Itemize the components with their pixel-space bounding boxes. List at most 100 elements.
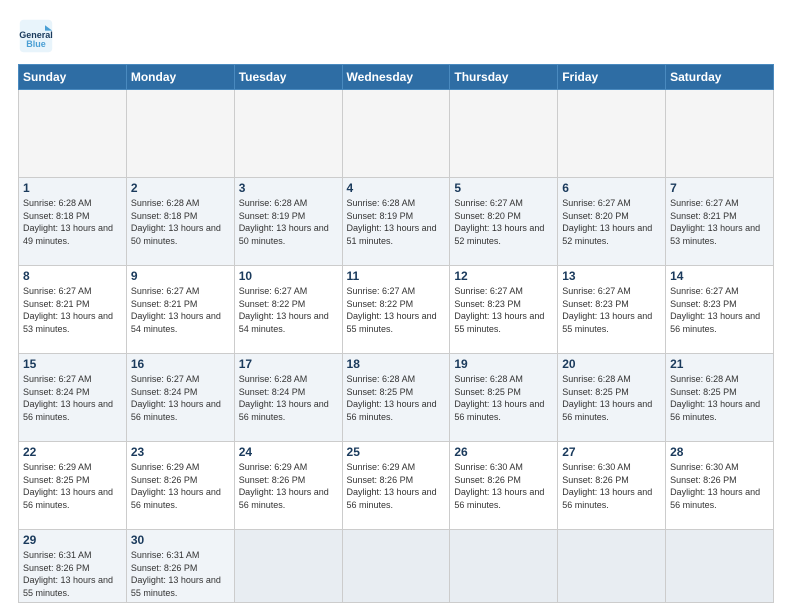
table-row: 22 Sunrise: 6:29 AM Sunset: 8:25 PM Dayl… [19,442,127,530]
day-info: Sunrise: 6:28 AM Sunset: 8:24 PM Dayligh… [239,373,338,423]
day-number: 21 [670,357,769,371]
day-number: 23 [131,445,230,459]
table-row: 3 Sunrise: 6:28 AM Sunset: 8:19 PM Dayli… [234,178,342,266]
svg-text:Blue: Blue [26,39,46,49]
table-row [450,90,558,178]
day-number: 7 [670,181,769,195]
table-row: 25 Sunrise: 6:29 AM Sunset: 8:26 PM Dayl… [342,442,450,530]
table-row [666,530,774,603]
col-friday: Friday [558,65,666,90]
calendar-header-row: Sunday Monday Tuesday Wednesday Thursday… [19,65,774,90]
logo: General Blue [18,18,60,54]
table-row: 18 Sunrise: 6:28 AM Sunset: 8:25 PM Dayl… [342,354,450,442]
day-info: Sunrise: 6:27 AM Sunset: 8:21 PM Dayligh… [131,285,230,335]
table-row [234,530,342,603]
day-number: 9 [131,269,230,283]
table-row: 28 Sunrise: 6:30 AM Sunset: 8:26 PM Dayl… [666,442,774,530]
day-info: Sunrise: 6:30 AM Sunset: 8:26 PM Dayligh… [670,461,769,511]
col-wednesday: Wednesday [342,65,450,90]
table-row: 5 Sunrise: 6:27 AM Sunset: 8:20 PM Dayli… [450,178,558,266]
day-number: 27 [562,445,661,459]
table-row: 20 Sunrise: 6:28 AM Sunset: 8:25 PM Dayl… [558,354,666,442]
day-number: 26 [454,445,553,459]
table-row: 27 Sunrise: 6:30 AM Sunset: 8:26 PM Dayl… [558,442,666,530]
day-number: 28 [670,445,769,459]
table-row: 23 Sunrise: 6:29 AM Sunset: 8:26 PM Dayl… [126,442,234,530]
table-row: 19 Sunrise: 6:28 AM Sunset: 8:25 PM Dayl… [450,354,558,442]
logo-icon: General Blue [18,18,54,54]
day-info: Sunrise: 6:27 AM Sunset: 8:22 PM Dayligh… [347,285,446,335]
table-row: 14 Sunrise: 6:27 AM Sunset: 8:23 PM Dayl… [666,266,774,354]
day-number: 29 [23,533,122,547]
day-number: 25 [347,445,446,459]
table-row: 8 Sunrise: 6:27 AM Sunset: 8:21 PM Dayli… [19,266,127,354]
table-row: 26 Sunrise: 6:30 AM Sunset: 8:26 PM Dayl… [450,442,558,530]
table-row: 7 Sunrise: 6:27 AM Sunset: 8:21 PM Dayli… [666,178,774,266]
table-row: 29 Sunrise: 6:31 AM Sunset: 8:26 PM Dayl… [19,530,127,603]
day-info: Sunrise: 6:28 AM Sunset: 8:18 PM Dayligh… [131,197,230,247]
day-number: 15 [23,357,122,371]
day-number: 20 [562,357,661,371]
table-row [19,90,127,178]
day-number: 11 [347,269,446,283]
table-row: 10 Sunrise: 6:27 AM Sunset: 8:22 PM Dayl… [234,266,342,354]
day-info: Sunrise: 6:29 AM Sunset: 8:25 PM Dayligh… [23,461,122,511]
table-row: 16 Sunrise: 6:27 AM Sunset: 8:24 PM Dayl… [126,354,234,442]
table-row [450,530,558,603]
page: General Blue Sunday Monday Tuesday Wedne… [0,0,792,612]
day-number: 6 [562,181,661,195]
day-number: 2 [131,181,230,195]
table-row: 21 Sunrise: 6:28 AM Sunset: 8:25 PM Dayl… [666,354,774,442]
day-info: Sunrise: 6:28 AM Sunset: 8:25 PM Dayligh… [454,373,553,423]
table-row: 24 Sunrise: 6:29 AM Sunset: 8:26 PM Dayl… [234,442,342,530]
day-number: 24 [239,445,338,459]
day-number: 1 [23,181,122,195]
day-info: Sunrise: 6:30 AM Sunset: 8:26 PM Dayligh… [454,461,553,511]
day-info: Sunrise: 6:28 AM Sunset: 8:25 PM Dayligh… [347,373,446,423]
table-row [558,90,666,178]
day-info: Sunrise: 6:29 AM Sunset: 8:26 PM Dayligh… [239,461,338,511]
table-row [666,90,774,178]
day-info: Sunrise: 6:27 AM Sunset: 8:22 PM Dayligh… [239,285,338,335]
day-info: Sunrise: 6:28 AM Sunset: 8:25 PM Dayligh… [562,373,661,423]
table-row: 2 Sunrise: 6:28 AM Sunset: 8:18 PM Dayli… [126,178,234,266]
day-info: Sunrise: 6:31 AM Sunset: 8:26 PM Dayligh… [23,549,122,599]
table-row: 30 Sunrise: 6:31 AM Sunset: 8:26 PM Dayl… [126,530,234,603]
day-number: 12 [454,269,553,283]
table-row: 4 Sunrise: 6:28 AM Sunset: 8:19 PM Dayli… [342,178,450,266]
day-info: Sunrise: 6:27 AM Sunset: 8:23 PM Dayligh… [454,285,553,335]
table-row: 1 Sunrise: 6:28 AM Sunset: 8:18 PM Dayli… [19,178,127,266]
table-row: 11 Sunrise: 6:27 AM Sunset: 8:22 PM Dayl… [342,266,450,354]
day-number: 22 [23,445,122,459]
day-info: Sunrise: 6:28 AM Sunset: 8:18 PM Dayligh… [23,197,122,247]
day-info: Sunrise: 6:27 AM Sunset: 8:21 PM Dayligh… [670,197,769,247]
table-row [234,90,342,178]
day-number: 16 [131,357,230,371]
table-row: 15 Sunrise: 6:27 AM Sunset: 8:24 PM Dayl… [19,354,127,442]
day-info: Sunrise: 6:27 AM Sunset: 8:20 PM Dayligh… [454,197,553,247]
col-thursday: Thursday [450,65,558,90]
table-row [126,90,234,178]
header: General Blue [18,18,774,54]
col-saturday: Saturday [666,65,774,90]
day-number: 19 [454,357,553,371]
table-row [342,90,450,178]
day-info: Sunrise: 6:29 AM Sunset: 8:26 PM Dayligh… [347,461,446,511]
day-number: 8 [23,269,122,283]
table-row [342,530,450,603]
day-number: 30 [131,533,230,547]
day-info: Sunrise: 6:27 AM Sunset: 8:23 PM Dayligh… [670,285,769,335]
day-info: Sunrise: 6:27 AM Sunset: 8:20 PM Dayligh… [562,197,661,247]
day-number: 4 [347,181,446,195]
day-info: Sunrise: 6:27 AM Sunset: 8:23 PM Dayligh… [562,285,661,335]
day-number: 17 [239,357,338,371]
col-monday: Monday [126,65,234,90]
day-info: Sunrise: 6:28 AM Sunset: 8:25 PM Dayligh… [670,373,769,423]
table-row [558,530,666,603]
day-info: Sunrise: 6:28 AM Sunset: 8:19 PM Dayligh… [239,197,338,247]
col-sunday: Sunday [19,65,127,90]
calendar-table: Sunday Monday Tuesday Wednesday Thursday… [18,64,774,603]
day-info: Sunrise: 6:27 AM Sunset: 8:24 PM Dayligh… [131,373,230,423]
day-info: Sunrise: 6:30 AM Sunset: 8:26 PM Dayligh… [562,461,661,511]
day-number: 5 [454,181,553,195]
